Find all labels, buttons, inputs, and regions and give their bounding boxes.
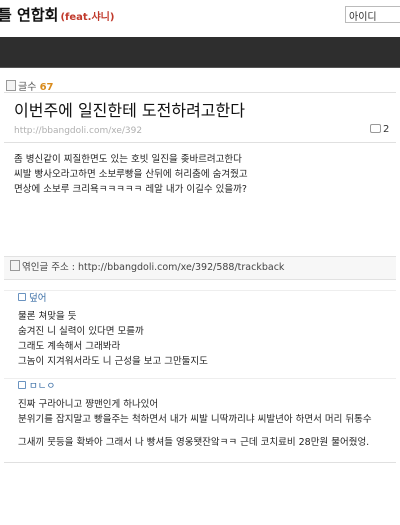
post-title[interactable]: 이번주에 일진한테 도전하려고한다 (14, 97, 245, 121)
divider (4, 142, 396, 143)
comment-icon (370, 124, 381, 133)
comment-line: 숨겨진 니 실력이 있다면 모를까 (18, 326, 144, 337)
login-id-input[interactable]: 아이디 (345, 6, 400, 23)
user-icon (18, 293, 26, 301)
navigation-bar (0, 37, 400, 68)
trackback-address[interactable]: 엮인글 주소 : http://bbangdoli.com/xe/392/588… (4, 256, 396, 280)
comment-item: ㅁㄴㅇ 진짜 구라아니고 쨩맨인게 하나있어 분위기를 잡지말고 빵을주는 척하… (4, 378, 396, 450)
comment-count-value: 2 (383, 124, 390, 135)
comment-author-name: ㅁㄴㅇ (29, 381, 56, 392)
document-icon (6, 80, 16, 91)
post-body: 좀 병신같이 찌질한면도 있는 호빗 일진을 좆바르려고한다 씨발 빵사오라고하… (14, 152, 394, 197)
post-count: 글수 67 (6, 78, 54, 93)
comment-line: 그놈이 지겨워서라도 니 근성을 보고 그만둘지도 (18, 356, 208, 367)
divider (4, 462, 396, 463)
comment-spacer (18, 427, 396, 435)
post-body-line: 씨발 빵사오라고하면 소보루빵을 산뒤에 허리춤에 숨겨줬고 (14, 169, 248, 180)
comment-count[interactable]: 2 (370, 124, 389, 135)
comment-author-name: 덮어 (29, 293, 47, 304)
site-title-text: 틀 연합회 (0, 6, 59, 24)
comment-line: 그새끼 뭇등을 확봐아 그래서 나 빵셔들 영웅됏잔앜ㅋㅋ 근데 코치료비 28… (18, 437, 370, 448)
document-icon (10, 260, 20, 271)
post-url[interactable]: http://bbangdoli.com/xe/392 (14, 126, 142, 136)
user-icon (18, 381, 26, 389)
comment-item: 덮어 물론 쳐맞을 듯 숨겨진 니 실력이 있다면 모를까 그래도 계속해서 그… (4, 290, 396, 369)
post-body-line: 면상에 소보루 크리욕ㅋㅋㅋㅋㅋ 레알 내가 이길수 있을까? (14, 184, 247, 195)
comment-author[interactable]: ㅁㄴㅇ (18, 379, 396, 394)
comment-line: 물론 쳐맞을 듯 (18, 311, 77, 322)
comment-author[interactable]: 덮어 (18, 291, 396, 306)
divider (4, 92, 396, 93)
comment-line: 진짜 구라아니고 쨩맨인게 하나있어 (18, 399, 159, 410)
site-title[interactable]: 틀 연합회 (feat.샤니) (0, 4, 114, 25)
top-bar: 틀 연합회 (feat.샤니) 아이디 (0, 0, 400, 34)
comment-line: 분위기를 잡지말고 빵을주는 척하면서 내가 씨발 니딱까리냐 씨발년아 하면서… (18, 414, 372, 425)
trackback-label: 엮인글 주소 : http://bbangdoli.com/xe/392/588… (22, 262, 285, 273)
comment-line: 그래도 계속해서 그래봐라 (18, 341, 121, 352)
post-body-line: 좀 병신같이 찌질한면도 있는 호빗 일진을 좆바르려고한다 (14, 154, 242, 165)
site-subtitle: (feat.샤니) (60, 12, 115, 23)
